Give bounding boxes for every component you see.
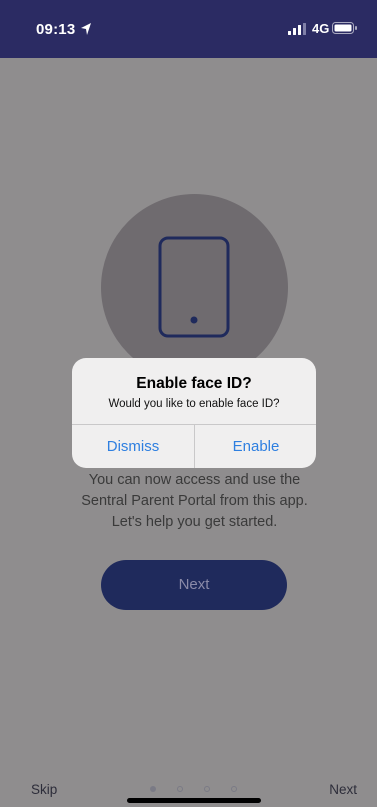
page-dot [231, 786, 237, 792]
next-button[interactable]: Next [101, 560, 287, 610]
home-indicator [127, 798, 261, 803]
welcome-message: You can now access and use the Sentral P… [40, 470, 349, 533]
page-dot-active [150, 786, 156, 792]
next-link[interactable]: Next [329, 782, 357, 797]
dismiss-button[interactable]: Dismiss [72, 425, 194, 468]
network-label: 4G [312, 21, 330, 36]
welcome-line: Sentral Parent Portal from this app. [81, 493, 308, 509]
page-dot [204, 786, 210, 792]
alert-title: Enable face ID? [136, 375, 252, 392]
screen: 09:13 4G You can now access and use the … [0, 0, 377, 807]
battery-icon [332, 22, 357, 34]
page-dot [177, 786, 183, 792]
status-time: 09:13 [36, 21, 76, 38]
alert-message: Would you like to enable face ID? [108, 398, 280, 410]
phone-icon [158, 236, 230, 338]
bottom-bar: Skip Next [0, 770, 377, 807]
enable-face-id-alert: Enable face ID? Would you like to enable… [72, 358, 316, 468]
page-indicator [150, 786, 240, 794]
signal-icon [288, 23, 306, 35]
skip-link[interactable]: Skip [31, 782, 57, 797]
location-arrow-icon [81, 23, 91, 35]
status-bar: 09:13 4G [0, 0, 377, 58]
welcome-line: Let's help you get started. [111, 514, 278, 530]
enable-button[interactable]: Enable [195, 425, 316, 468]
welcome-line: You can now access and use the [88, 472, 301, 488]
